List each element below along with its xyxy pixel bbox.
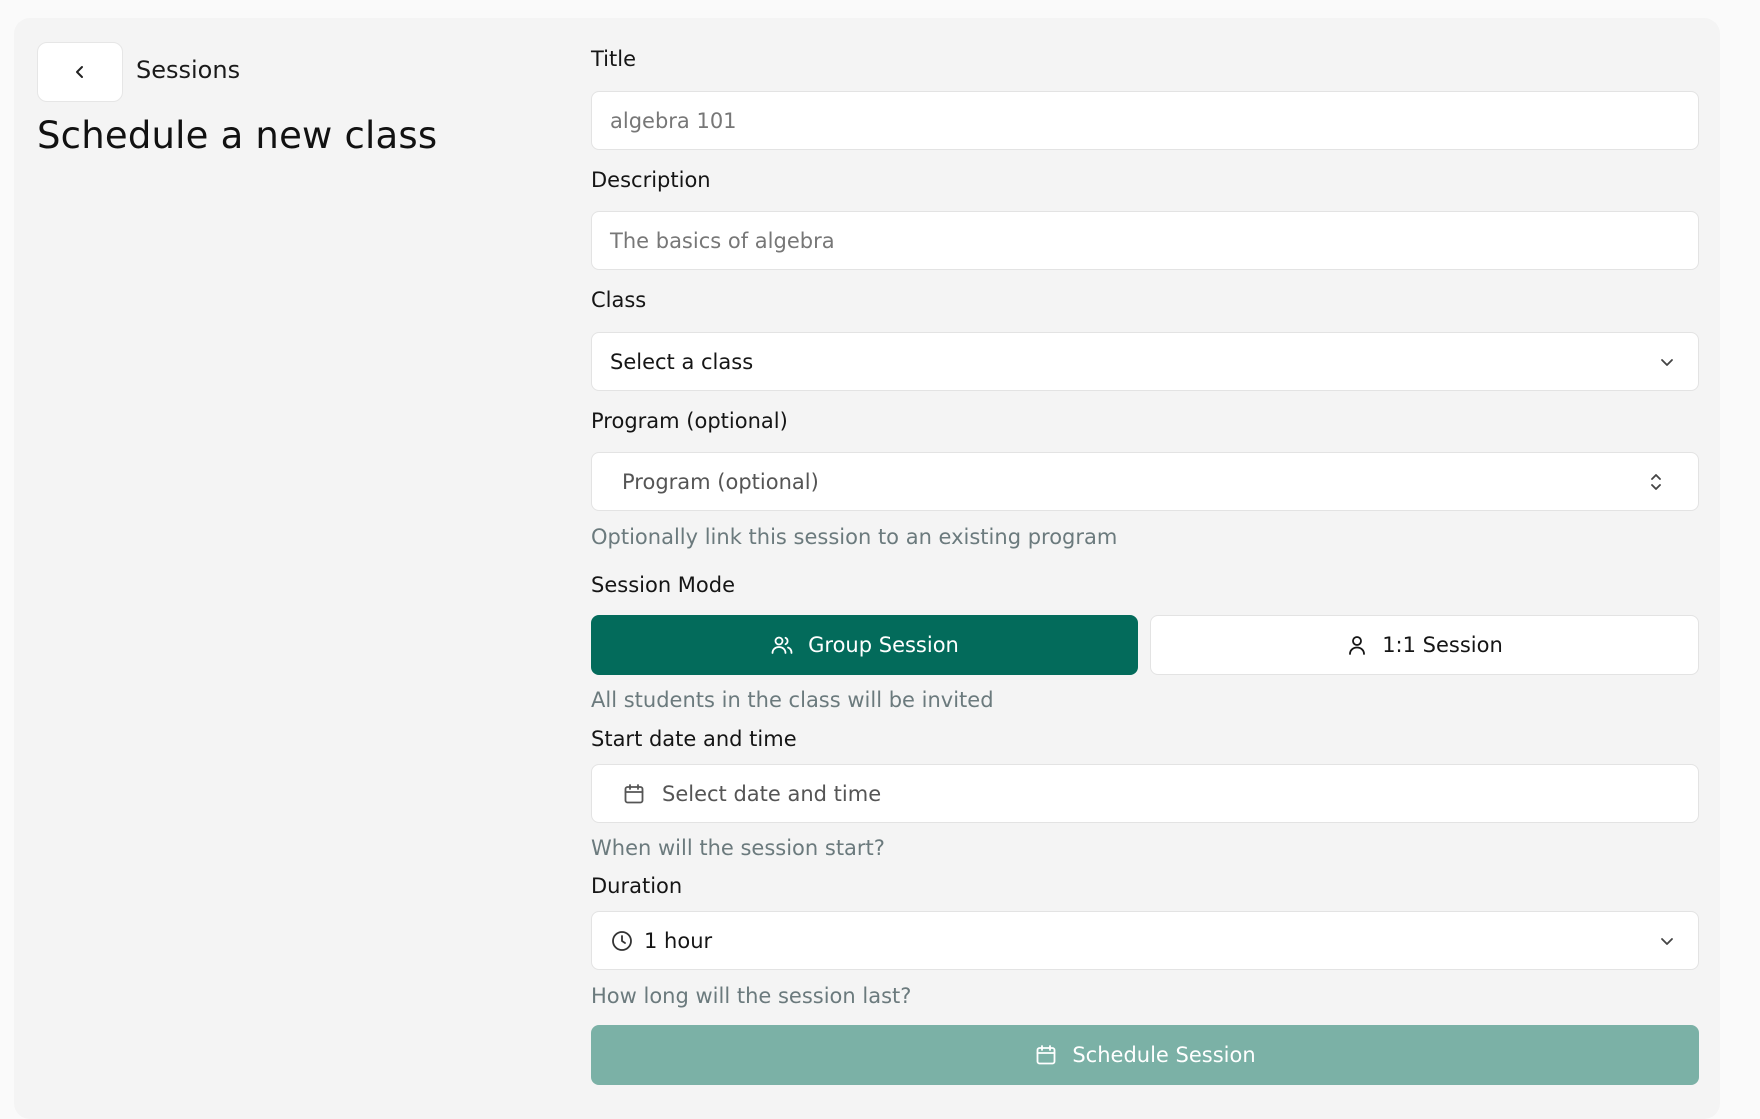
start-label: Start date and time: [591, 727, 797, 751]
title-input[interactable]: algebra 101: [591, 91, 1699, 150]
duration-label: Duration: [591, 874, 683, 898]
chevron-up-down-icon: [1648, 471, 1664, 493]
start-datetime-placeholder: Select date and time: [662, 781, 882, 806]
schedule-session-label: Schedule Session: [1072, 1043, 1256, 1067]
description-input-placeholder: The basics of algebra: [610, 228, 835, 253]
duration-select[interactable]: 1 hour: [591, 911, 1699, 970]
chevron-down-icon: [1658, 932, 1676, 950]
program-combobox[interactable]: Program (optional): [591, 452, 1699, 511]
breadcrumb: Sessions: [136, 56, 241, 84]
duration-select-value: 1 hour: [644, 928, 713, 953]
start-datetime-input[interactable]: Select date and time: [591, 764, 1699, 823]
program-label: Program (optional): [591, 409, 788, 433]
chevron-left-icon: [72, 64, 88, 80]
user-icon: [1346, 633, 1368, 657]
calendar-icon: [1034, 1043, 1058, 1067]
class-select-value: Select a class: [610, 349, 754, 374]
class-label: Class: [591, 288, 647, 312]
clock-icon: [610, 929, 634, 953]
session-mode-help-text: All students in the class will be invite…: [591, 688, 994, 712]
title-label: Title: [591, 47, 637, 71]
title-input-placeholder: algebra 101: [610, 108, 737, 133]
start-help-text: When will the session start?: [591, 836, 885, 860]
duration-help-text: How long will the session last?: [591, 984, 912, 1008]
group-session-button[interactable]: Group Session: [591, 615, 1138, 675]
chevron-down-icon: [1658, 353, 1676, 371]
class-select[interactable]: Select a class: [591, 332, 1699, 391]
program-help-text: Optionally link this session to an exist…: [591, 525, 1118, 549]
session-mode-label: Session Mode: [591, 573, 736, 597]
program-combobox-placeholder: Program (optional): [622, 469, 819, 494]
schedule-session-button[interactable]: Schedule Session: [591, 1025, 1699, 1085]
description-label: Description: [591, 168, 711, 192]
group-session-label: Group Session: [808, 633, 959, 657]
page-title: Schedule a new class: [37, 114, 438, 157]
description-input[interactable]: The basics of algebra: [591, 211, 1699, 270]
back-button[interactable]: [37, 42, 123, 102]
one-on-one-session-label: 1:1 Session: [1382, 633, 1503, 657]
users-icon: [770, 633, 794, 657]
calendar-icon: [622, 782, 646, 806]
one-on-one-session-button[interactable]: 1:1 Session: [1150, 615, 1699, 675]
